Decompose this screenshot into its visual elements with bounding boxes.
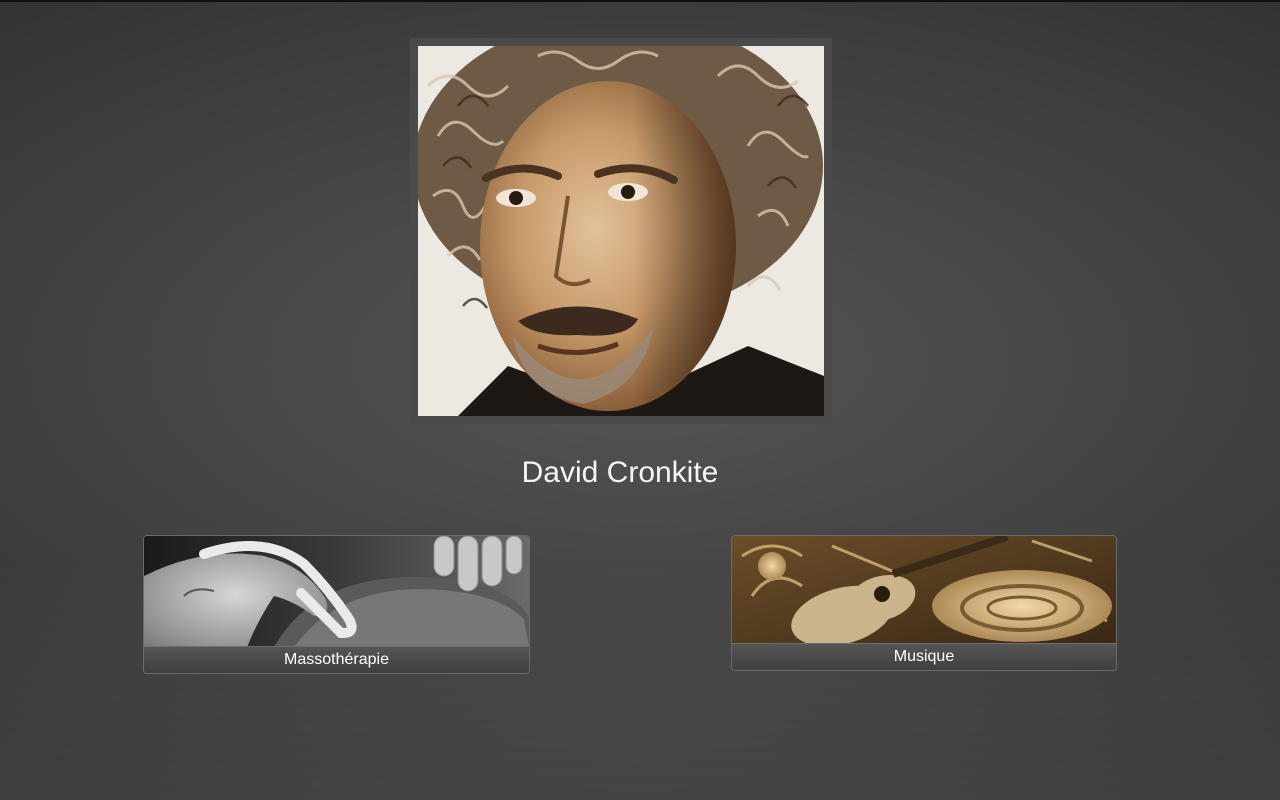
instruments-image <box>732 536 1116 644</box>
portrait-image <box>418 46 824 416</box>
massotherapie-label: Massothérapie <box>144 646 529 673</box>
massage-hands-image <box>144 536 529 647</box>
portrait-frame <box>410 38 832 424</box>
musique-label: Musique <box>732 643 1116 670</box>
top-edge <box>0 0 1280 2</box>
massotherapie-card[interactable]: Massothérapie <box>143 535 530 674</box>
profile-name: David Cronkite <box>521 456 719 489</box>
musique-card[interactable]: Musique <box>731 535 1117 671</box>
